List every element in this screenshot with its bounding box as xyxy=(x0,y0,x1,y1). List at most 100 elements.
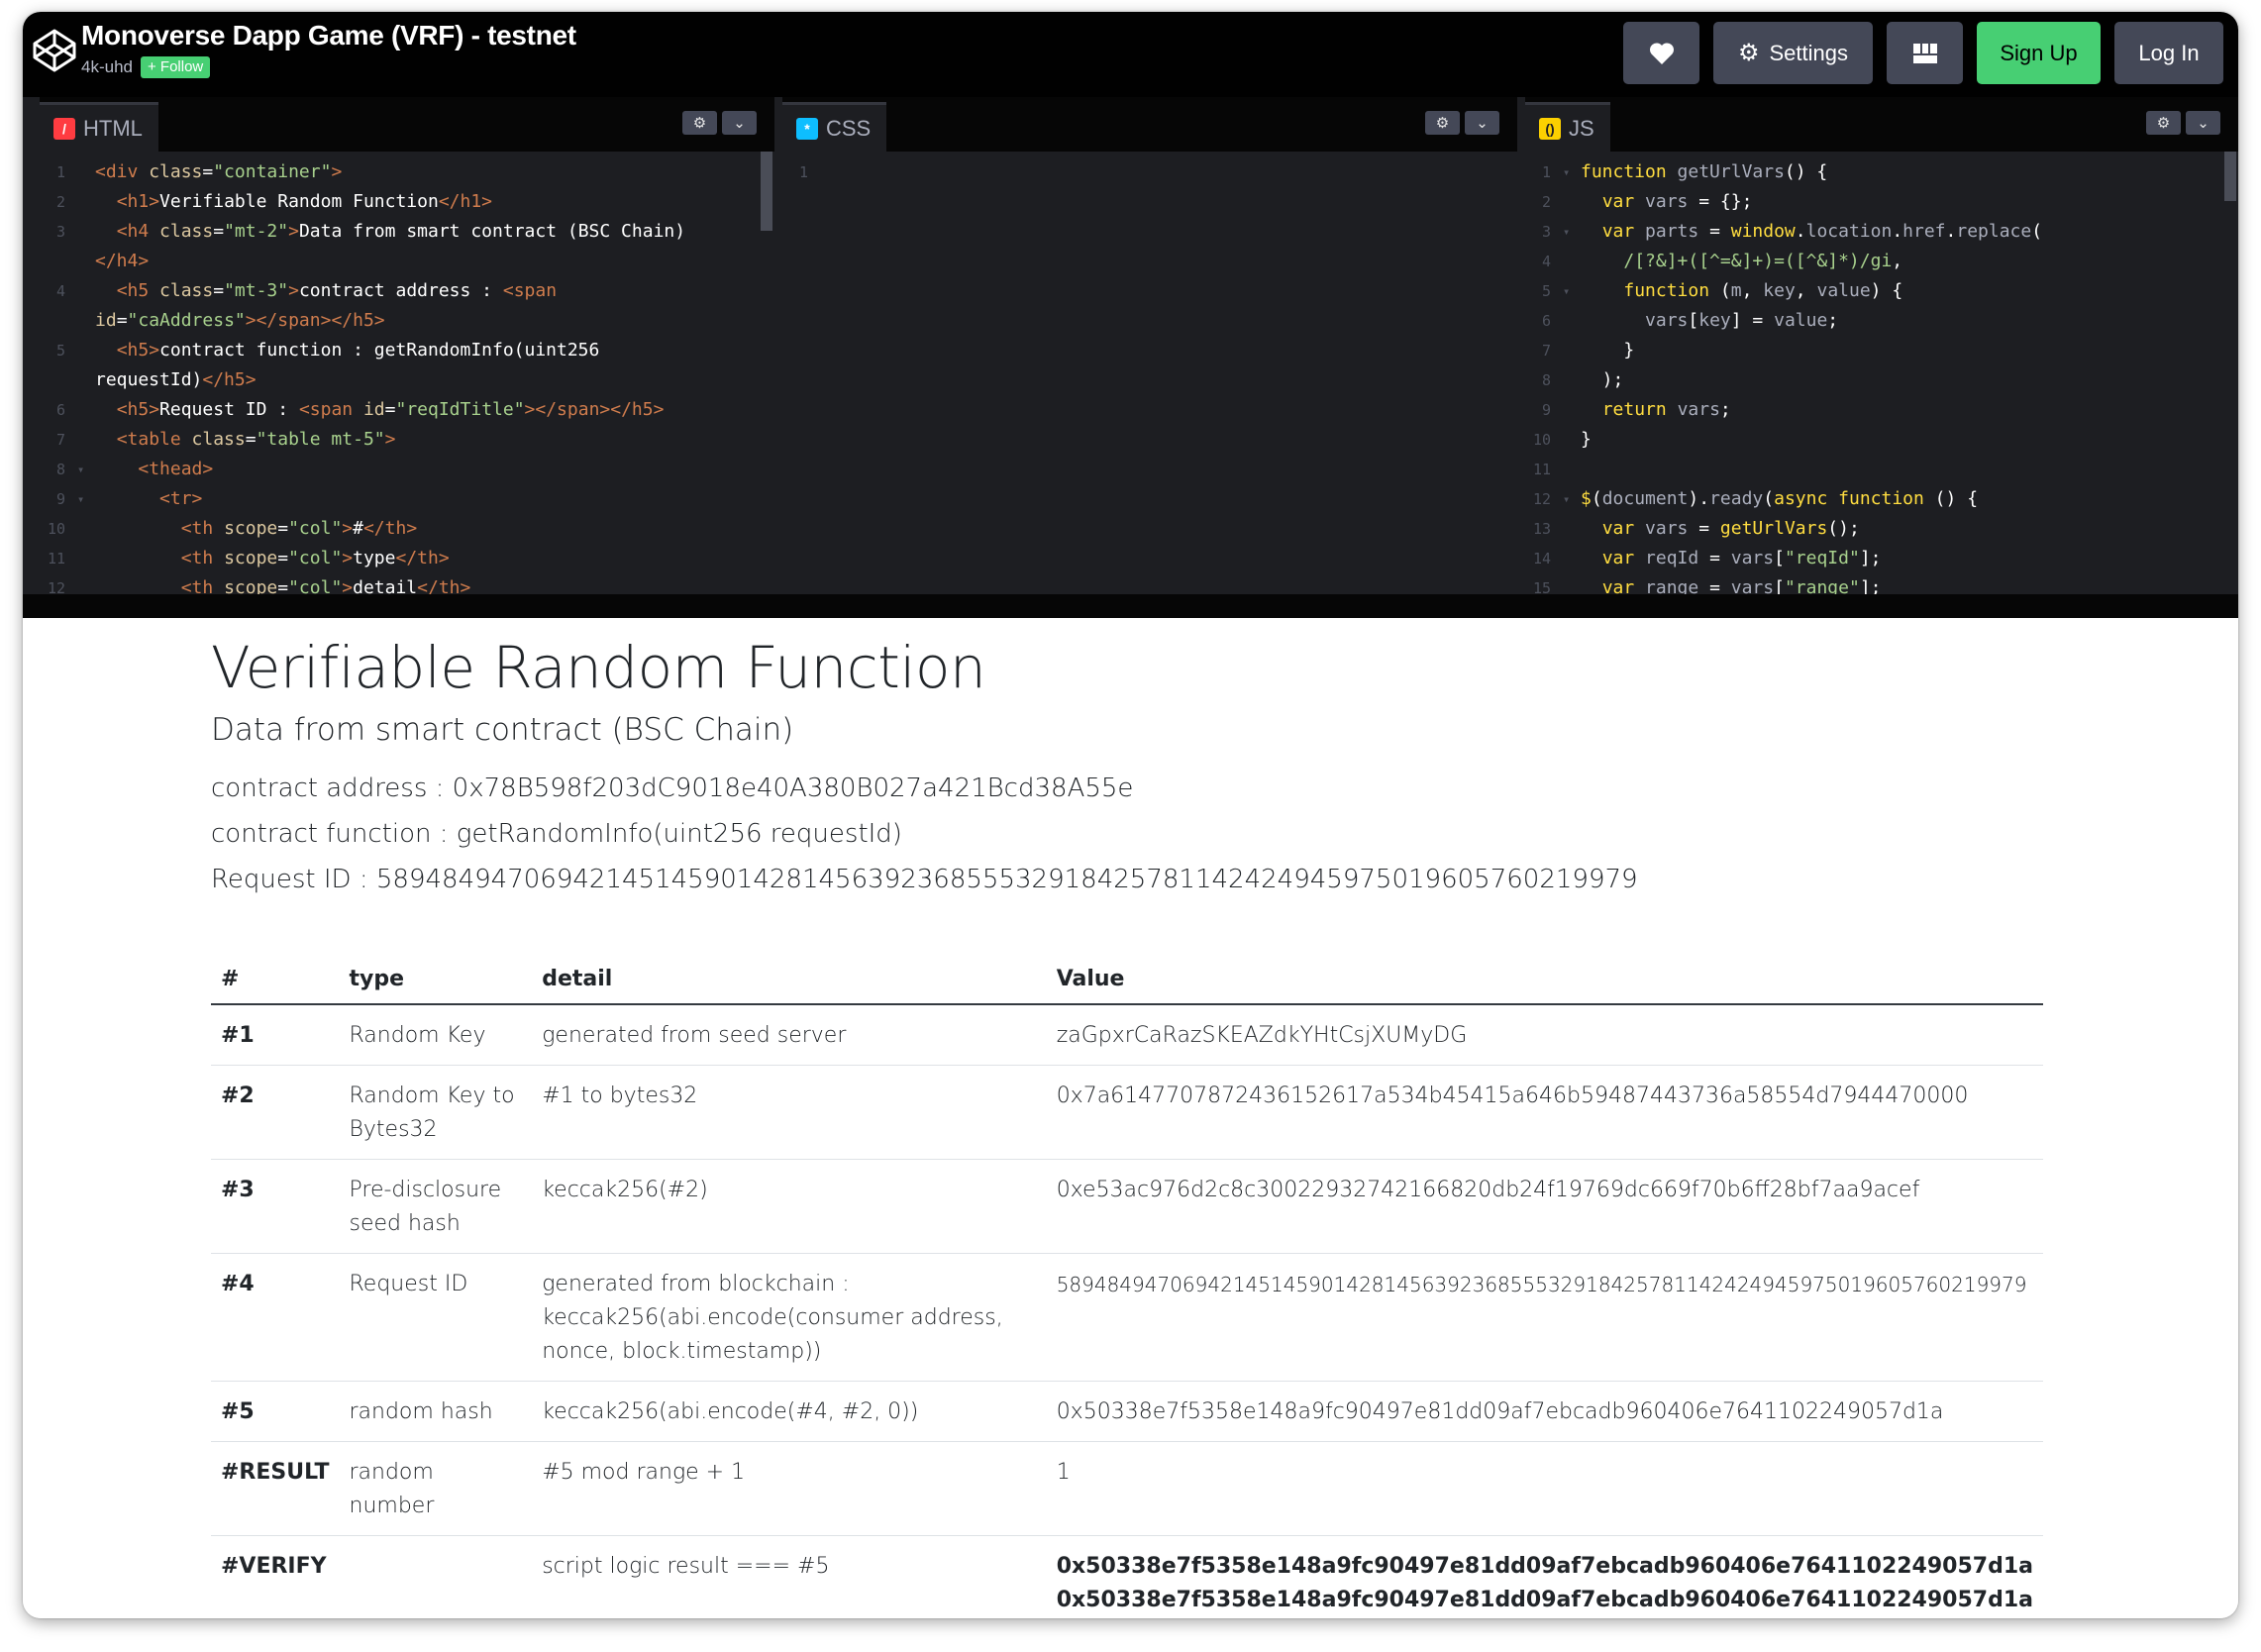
code-line: id="caAddress"></span></h5> xyxy=(95,310,385,331)
row-value: 0x50338e7f5358e148a9fc90497e81dd09af7ebc… xyxy=(1046,1381,2043,1442)
html-settings-gear-icon[interactable]: ⚙ xyxy=(682,111,717,135)
code-line: 1 <div class="container"> xyxy=(55,161,343,182)
row-detail: #1 to bytes32 xyxy=(532,1065,1047,1160)
row-type: Random Key xyxy=(339,1003,533,1066)
gear-icon: ⚙ xyxy=(1737,40,1760,66)
css-code[interactable]: 1 xyxy=(782,152,1503,594)
contract-address-line: contract address : 0x78B598f203dC9018e40… xyxy=(211,774,1134,803)
row-type: Request ID xyxy=(339,1253,533,1382)
heart-icon xyxy=(1649,42,1674,64)
css-editor[interactable]: * CSS ⚙ ⌄ 1 xyxy=(782,97,1517,594)
code-line: 3 <h4 class="mt-2">Data from smart contr… xyxy=(55,221,686,242)
html-scrollbar[interactable] xyxy=(761,152,774,594)
code-line: 5 ▾ function (m, key, value) { xyxy=(1541,280,1903,301)
column-header-detail: detail xyxy=(532,953,1047,1005)
code-line: requestId)</h5> xyxy=(95,369,257,390)
code-line: 12 ▾ $(document).ready(async function () { xyxy=(1532,488,1979,509)
code-line: 9 ▾ <tr> xyxy=(55,488,203,509)
js-settings-gear-icon[interactable]: ⚙ xyxy=(2146,111,2181,135)
row-detail: keccak256(#2) xyxy=(532,1159,1047,1254)
code-line: 6 vars[key] = value; xyxy=(1541,310,1839,331)
pen-title: Monoverse Dapp Game (VRF) - testnet xyxy=(81,20,576,51)
like-button[interactable] xyxy=(1623,22,1699,84)
css-asterisk-icon: * xyxy=(796,117,818,140)
js-collapse-chevron-icon[interactable]: ⌄ xyxy=(2186,111,2220,135)
css-editor-bar: * CSS ⚙ ⌄ xyxy=(782,97,1517,152)
row-detail: generated from seed server xyxy=(532,1003,1047,1066)
js-editor-bar: () JS ⚙ ⌄ xyxy=(1525,97,2238,152)
contract-function-line: contract function : getRandomInfo(uint25… xyxy=(211,819,902,849)
result-preview: Verifiable Random Function Data from sma… xyxy=(23,618,2238,1618)
verify-result: true xyxy=(1057,1617,2033,1618)
html-editor[interactable]: / HTML ⚙ ⌄ 1 <div class="container"> 2 <h… xyxy=(40,97,774,594)
log-in-button[interactable]: Log In xyxy=(2114,22,2223,84)
request-id-line: Request ID : 589484947069421451459014281… xyxy=(211,865,1638,894)
tab-css-label: CSS xyxy=(826,115,872,141)
code-line: 2 <h1>Verifiable Random Function</h1> xyxy=(55,191,492,212)
table-row: #RESULT random number #5 mod range + 1 1 xyxy=(211,1441,2043,1536)
js-braces-icon: () xyxy=(1539,117,1561,140)
row-value: 0xe53ac976d2c8c30022932742166820db24f197… xyxy=(1046,1159,2043,1254)
table-row-verify: #VERIFY script logic result === #5 0x503… xyxy=(211,1535,2043,1618)
html-scroll-thumb[interactable] xyxy=(761,152,772,231)
code-line: 4 /[?&]+([^=&]+)=([^&]*)/gi, xyxy=(1541,251,1903,271)
code-line: </h4> xyxy=(95,251,150,271)
tab-css[interactable]: * CSS xyxy=(782,102,887,152)
js-editor-tools: ⚙ ⌄ xyxy=(2146,111,2220,135)
js-scrollbar[interactable] xyxy=(2224,152,2238,594)
code-line: 7 <table class="table mt-5"> xyxy=(55,429,396,450)
code-line: 2 var vars = {}; xyxy=(1541,191,1753,212)
code-line: 12 <th scope="col">detail</th> xyxy=(47,577,471,594)
tab-html[interactable]: / HTML xyxy=(40,102,158,152)
row-value: 0x50338e7f5358e148a9fc90497e81dd09af7ebc… xyxy=(1046,1535,2043,1618)
code-line: 11 xyxy=(1532,461,1551,478)
sign-up-button[interactable]: Sign Up xyxy=(1977,22,2101,84)
row-index: #1 xyxy=(211,1003,340,1066)
settings-button[interactable]: ⚙ Settings xyxy=(1713,22,1873,84)
css-collapse-chevron-icon[interactable]: ⌄ xyxy=(1465,111,1499,135)
browser-window: Monoverse Dapp Game (VRF) - testnet 4k-u… xyxy=(23,12,2238,1618)
code-line: 5 <h5>contract function : getRandomInfo(… xyxy=(55,340,600,361)
row-type: Pre-disclosure seed hash xyxy=(339,1159,533,1254)
js-editor[interactable]: () JS ⚙ ⌄ 1 ▾ function getUrlVars() { 2 va… xyxy=(1525,97,2238,594)
table-row: #2 Random Key to Bytes32 #1 to bytes32 0… xyxy=(211,1065,2043,1160)
page-subtitle: Data from smart contract (BSC Chain) xyxy=(211,712,794,748)
code-line: 7 } xyxy=(1541,340,1635,361)
change-view-button[interactable] xyxy=(1887,22,1963,84)
code-line: 14 var reqId = vars["reqId"]; xyxy=(1532,548,1882,568)
js-scroll-thumb[interactable] xyxy=(2224,152,2236,201)
page-title: Verifiable Random Function xyxy=(211,634,986,701)
table-row: #5 random hash keccak256(abi.encode(#4, … xyxy=(211,1381,2043,1442)
code-line: 1 xyxy=(798,163,808,181)
css-settings-gear-icon[interactable]: ⚙ xyxy=(1425,111,1460,135)
row-type: random hash xyxy=(339,1381,533,1442)
html-collapse-chevron-icon[interactable]: ⌄ xyxy=(722,111,757,135)
vrf-table: # type detail Value #1 Random Key genera… xyxy=(211,953,2043,1618)
row-type: Random Key to Bytes32 xyxy=(339,1065,533,1160)
table-header-row: # type detail Value xyxy=(211,953,2043,1005)
row-type xyxy=(339,1535,533,1618)
author-name[interactable]: 4k-uhd xyxy=(81,57,133,77)
html-editor-bar: / HTML ⚙ ⌄ xyxy=(40,97,774,152)
codepen-logo-icon[interactable] xyxy=(31,27,78,74)
code-line: 15 var range = vars["range"]; xyxy=(1532,577,1882,594)
code-line: 8 ▾ <thead> xyxy=(55,459,214,479)
code-line: 6 <h5>Request ID : <span id="reqIdTitle"… xyxy=(55,399,665,420)
tab-js-label: JS xyxy=(1569,115,1594,141)
row-detail: script logic result === #5 xyxy=(532,1535,1047,1618)
js-code[interactable]: 1 ▾ function getUrlVars() { 2 var vars = {… xyxy=(1525,152,2224,594)
tab-html-label: HTML xyxy=(83,115,143,141)
follow-button[interactable]: + Follow xyxy=(140,56,211,78)
result-resize-bar[interactable] xyxy=(23,594,2238,618)
verify-computed-hash: 0x50338e7f5358e148a9fc90497e81dd09af7ebc… xyxy=(1056,1554,2033,1579)
layout-icon xyxy=(1912,43,1937,63)
table-row: #1 Random Key generated from seed server… xyxy=(211,1003,2043,1066)
code-line: 10} xyxy=(1532,429,1592,450)
row-value: 0x7a6147707872436152617a534b45415a646b59… xyxy=(1046,1065,2043,1160)
row-value: 1 xyxy=(1046,1441,2043,1536)
css-editor-tools: ⚙ ⌄ xyxy=(1425,111,1499,135)
author-line: 4k-uhd + Follow xyxy=(81,56,211,78)
html-code[interactable]: 1 <div class="container"> 2 <h1>Verifiabl… xyxy=(40,152,761,594)
tab-js[interactable]: () JS xyxy=(1525,102,1610,152)
row-index: #RESULT xyxy=(211,1441,340,1536)
